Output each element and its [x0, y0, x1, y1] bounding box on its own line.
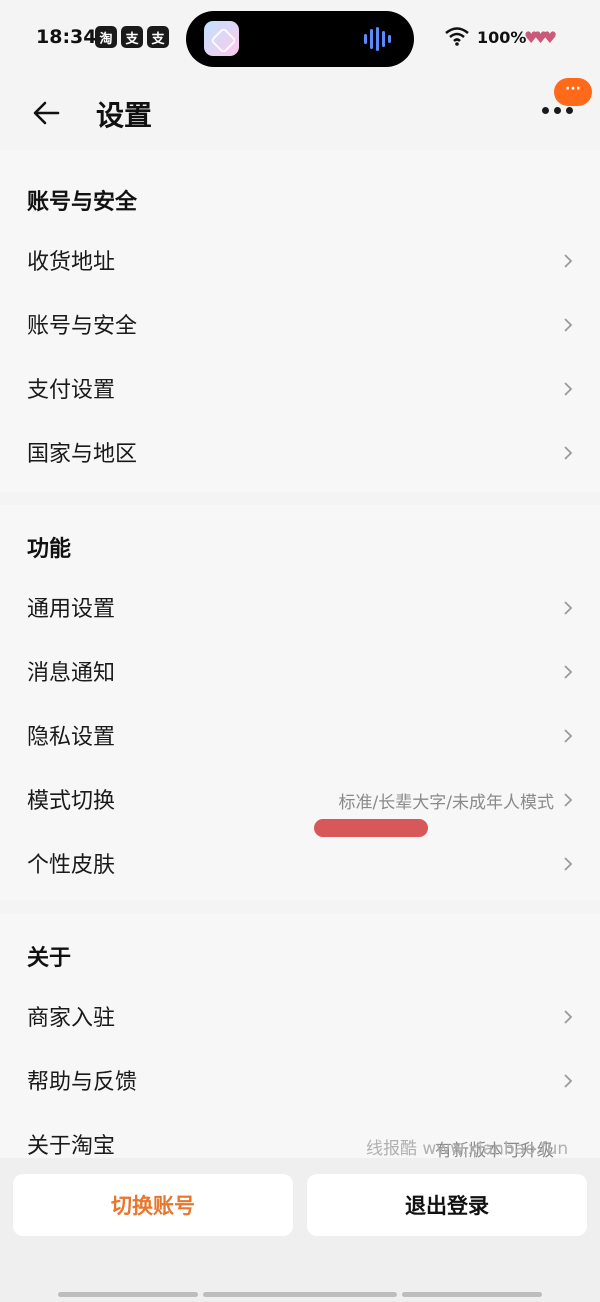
switch-account-button[interactable]: 切换账号	[13, 1174, 293, 1236]
chevron-right-icon	[564, 857, 573, 871]
home-indicator	[203, 1292, 397, 1297]
status-time: 18:34	[36, 26, 97, 48]
chevron-right-icon	[564, 382, 573, 396]
alipay-badge-icon: 支	[121, 26, 143, 48]
chevron-right-icon	[564, 665, 573, 679]
section-title: 账号与安全	[27, 190, 138, 215]
battery-level: 100%	[477, 28, 527, 47]
dynamic-island[interactable]	[186, 11, 414, 67]
chevron-right-icon	[564, 1010, 573, 1024]
settings-row-mode-switch[interactable]: 模式切换 标准/长辈大字/未成年人模式	[0, 769, 600, 837]
chevron-right-icon	[564, 254, 573, 268]
status-bar: 18:34 淘 支 支 100% ♥♥♥	[0, 0, 600, 78]
chevron-right-icon	[564, 729, 573, 743]
hearts-icon: ♥♥♥	[524, 28, 557, 47]
alipay-badge-icon: 支	[147, 26, 169, 48]
taobao-badge-icon: 淘	[95, 26, 117, 48]
voice-wave-icon	[364, 27, 396, 51]
section-title: 关于	[27, 946, 72, 971]
row-label: 账号与安全	[27, 314, 138, 339]
settings-row-merchant[interactable]: 商家入驻	[0, 986, 600, 1050]
row-label: 支付设置	[27, 378, 116, 403]
settings-row-skin[interactable]: 个性皮肤	[0, 833, 600, 897]
back-arrow-icon[interactable]	[30, 96, 64, 130]
section-title: 功能	[27, 537, 72, 562]
settings-row-help[interactable]: 帮助与反馈	[0, 1050, 600, 1114]
row-label: 通用设置	[27, 597, 116, 622]
home-indicator	[402, 1292, 542, 1297]
row-label: 消息通知	[27, 661, 116, 686]
home-indicator	[58, 1292, 198, 1297]
notification-badge[interactable]: ···	[554, 78, 592, 106]
settings-row-account-security[interactable]: 账号与安全	[0, 294, 600, 358]
section-about: 关于 商家入驻 帮助与反馈 关于淘宝 有新版本可升级	[0, 914, 600, 1161]
mode-value: 标准/长辈大字/未成年人模式	[338, 793, 554, 813]
row-label: 商家入驻	[27, 1006, 116, 1031]
row-label: 收货地址	[27, 250, 116, 275]
settings-row-payment[interactable]: 支付设置	[0, 358, 600, 422]
island-app-icon[interactable]	[204, 21, 239, 56]
settings-row-privacy[interactable]: 隐私设置	[0, 705, 600, 769]
row-label: 帮助与反馈	[27, 1070, 138, 1095]
nav-header: 设置	[0, 78, 600, 150]
chevron-right-icon	[564, 601, 573, 615]
row-label: 关于淘宝	[27, 1134, 116, 1159]
chevron-right-icon	[564, 793, 573, 807]
chevron-right-icon	[564, 446, 573, 460]
row-label: 个性皮肤	[27, 853, 116, 878]
chevron-right-icon	[564, 318, 573, 332]
row-label: 模式切换	[27, 789, 116, 814]
settings-row-general[interactable]: 通用设置	[0, 577, 600, 641]
bottom-action-bar: 切换账号 退出登录	[0, 1158, 600, 1302]
chevron-right-icon	[564, 1074, 573, 1088]
row-label: 隐私设置	[27, 725, 116, 750]
page-title: 设置	[96, 99, 153, 132]
watermark-text: 线报酷 www.xianbao.fun	[366, 1139, 569, 1159]
logout-button[interactable]: 退出登录	[307, 1174, 587, 1236]
settings-row-address[interactable]: 收货地址	[0, 230, 600, 294]
settings-row-region[interactable]: 国家与地区	[0, 422, 600, 486]
row-label: 国家与地区	[27, 442, 138, 467]
wifi-icon	[445, 27, 469, 46]
section-account: 账号与安全 收货地址 账号与安全 支付设置 国家与地区	[0, 150, 600, 492]
settings-row-notifications[interactable]: 消息通知	[0, 641, 600, 705]
section-features: 功能 通用设置 消息通知 隐私设置 模式切换 标准/长辈大字/未成年人模式 个性…	[0, 505, 600, 900]
